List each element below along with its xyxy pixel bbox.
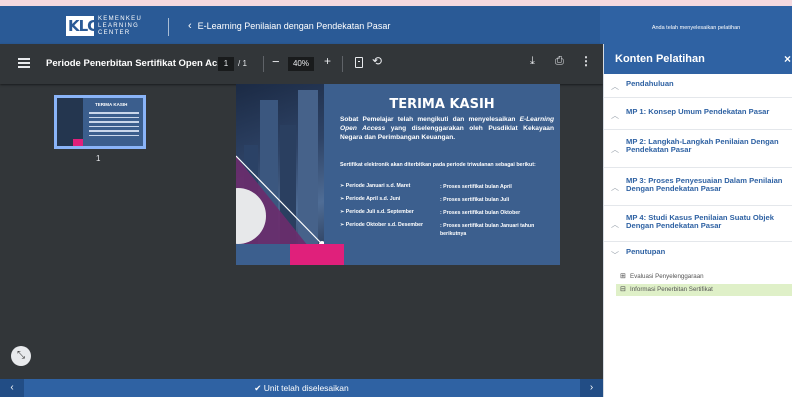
sidebar-item-label: Penutupan [626,247,666,256]
schedule-process: : Proses sertifikat bulan April [440,184,512,190]
slide-note: Sertifikat elektronik akan diterbitkan p… [340,162,536,168]
thumb-title: TERIMA KASIH [95,102,128,107]
chevron-up-icon: ︿ [611,111,619,120]
toolbar-divider [342,56,343,72]
unit-nav-bar: ‹ ✔ Unit telah diselesaikan › [0,379,603,397]
logo-text: KEMENKEU LEARNING CENTER [98,16,142,37]
sidebar-subitem-informasi-sertifikat[interactable]: ⊟ Informasi Penerbitan Sertifikat [616,284,792,296]
schedule-process: : Proses sertifikat bulan Juli [440,197,510,203]
schedule-period: ➢ Periode Juli s.d. September [340,209,414,215]
download-icon[interactable]: ⤓ [530,55,535,68]
schedule-row: ➢ Periode Juli s.d. September : Proses s… [340,209,558,222]
chevron-down-icon: ﹀ [611,251,619,260]
schedule-period: ➢ Periode Januari s.d. Maret [340,183,411,189]
chevron-up-icon: ︿ [611,82,619,91]
thumbnail-page-number: 1 [96,154,101,163]
schedule-process: : Proses sertifikat bulan Oktober [440,210,521,216]
slide-title: TERIMA KASIH [389,97,495,112]
course-content-sidebar: Konten Pelatihan × ︿ Pendahuluan ︿ MP 1:… [603,44,792,397]
menu-icon[interactable] [18,58,30,68]
sidebar-item-penutupan[interactable]: ﹀ Penutupan [604,242,792,268]
slide-intro: Sobat Pemelajar telah mengikuti dan meny… [340,115,554,143]
logo-text-line: CENTER [98,30,131,36]
page-count: / 1 [238,59,247,68]
completion-status: Anda telah menyelesaikan pelatihan [600,6,792,44]
rotate-icon[interactable]: ⟲ [372,54,382,68]
sidebar-item-label: Pendahuluan [626,79,674,88]
fit-page-icon[interactable] [355,57,363,68]
back-to-course-button[interactable]: ‹ E-Learning Penilaian dengan Pendekatan … [188,20,390,32]
completion-status-text: Anda telah menyelesaikan pelatihan [651,25,741,31]
schedule-row: ➢ Periode Oktober s.d. Desember : Proses… [340,222,558,237]
schedule-period: ➢ Periode Oktober s.d. Desember [340,222,424,228]
sidebar-item-mp1[interactable]: ︿ MP 1: Konsep Umum Pendekatan Pasar [604,98,792,130]
document-title: Periode Penerbitan Sertifikat Open Ac... [46,58,226,69]
sidebar-item-label: MP 4: Studi Kasus Penilaian Suatu Objek … [626,213,774,231]
slide-intro-text: Sobat Pemelajar telah mengikuti dan meny… [340,116,516,123]
sidebar-item-label: MP 2: Langkah-Langkah Penilaian Dengan P… [626,137,779,155]
sidebar-title: Konten Pelatihan [615,53,705,65]
print-icon[interactable]: ⎙ [555,55,564,68]
sidebar-item-pendahuluan[interactable]: ︿ Pendahuluan [604,74,792,98]
toolbar-divider [263,56,264,72]
more-vert-icon[interactable]: ⋮ [580,54,592,68]
header-divider [168,18,169,36]
course-title: E-Learning Penilaian dengan Pendekatan P… [197,21,391,31]
pdf-page: TERIMA KASIH Sobat Pemelajar telah mengi… [236,84,560,265]
zoom-level-input[interactable]: 40% [288,57,314,71]
chevron-up-icon: ︿ [611,183,619,192]
logo-text-line: LEARNING [98,23,140,29]
sidebar-item-label: MP 3: Proses Penyesuaian Dalam Penilaian… [626,176,783,194]
sidebar-subitem-label: Evaluasi Penyelenggaraan [630,273,704,280]
schedule-period: ➢ Periode April s.d. Juni [340,196,401,202]
slide-blue-block [236,244,290,265]
certificate-schedule: ➢ Periode Januari s.d. Maret : Proses se… [340,183,558,237]
pdf-toolbar: Periode Penerbitan Sertifikat Open Ac...… [0,44,603,84]
document-icon: ⊟ [620,286,626,293]
logo-text-line: KEMENKEU [98,16,143,22]
schedule-row: ➢ Periode Januari s.d. Maret : Proses se… [340,183,558,196]
sidebar-item-mp2[interactable]: ︿ MP 2: Langkah-Langkah Penilaian Dengan… [604,130,792,168]
schedule-row: ➢ Periode April s.d. Juni : Proses serti… [340,196,558,209]
collapse-arrows-icon[interactable]: ⤡ [11,346,31,366]
sidebar-item-label: MP 1: Konsep Umum Pendekatan Pasar [626,107,770,116]
chevron-up-icon: ︿ [611,220,619,229]
logo-mark: KLC [68,17,98,35]
next-unit-button[interactable]: › [580,379,603,397]
klc-logo[interactable]: KLC [66,16,98,36]
thumb-text-lines [89,112,139,139]
sidebar-item-mp3[interactable]: ︿ MP 3: Proses Penyesuaian Dalam Penilai… [604,168,792,206]
chevron-left-icon: ‹ [188,20,192,32]
zoom-in-button[interactable]: + [324,54,331,68]
sidebar-header: Konten Pelatihan × [604,44,792,74]
page-number-input[interactable]: 1 [218,57,234,71]
chevron-up-icon: ︿ [611,145,619,154]
form-icon: ⊞ [620,273,626,280]
page-thumbnail[interactable]: TERIMA KASIH [54,95,146,149]
unit-completed-status: ✔ Unit telah diselesaikan [254,383,349,393]
schedule-process: : Proses sertifikat bulan Januari tahun … [440,223,535,237]
slide-pink-block [290,244,344,265]
sidebar-item-mp4[interactable]: ︿ MP 4: Studi Kasus Penilaian Suatu Obje… [604,206,792,242]
zoom-out-button[interactable]: − [272,54,280,69]
sidebar-subitem-label: Informasi Penerbitan Sertifikat [630,286,713,293]
sidebar-subitem-evaluasi[interactable]: ⊞ Evaluasi Penyelenggaraan [616,271,792,283]
close-icon[interactable]: × [784,52,791,66]
thumb-accent [73,139,83,146]
